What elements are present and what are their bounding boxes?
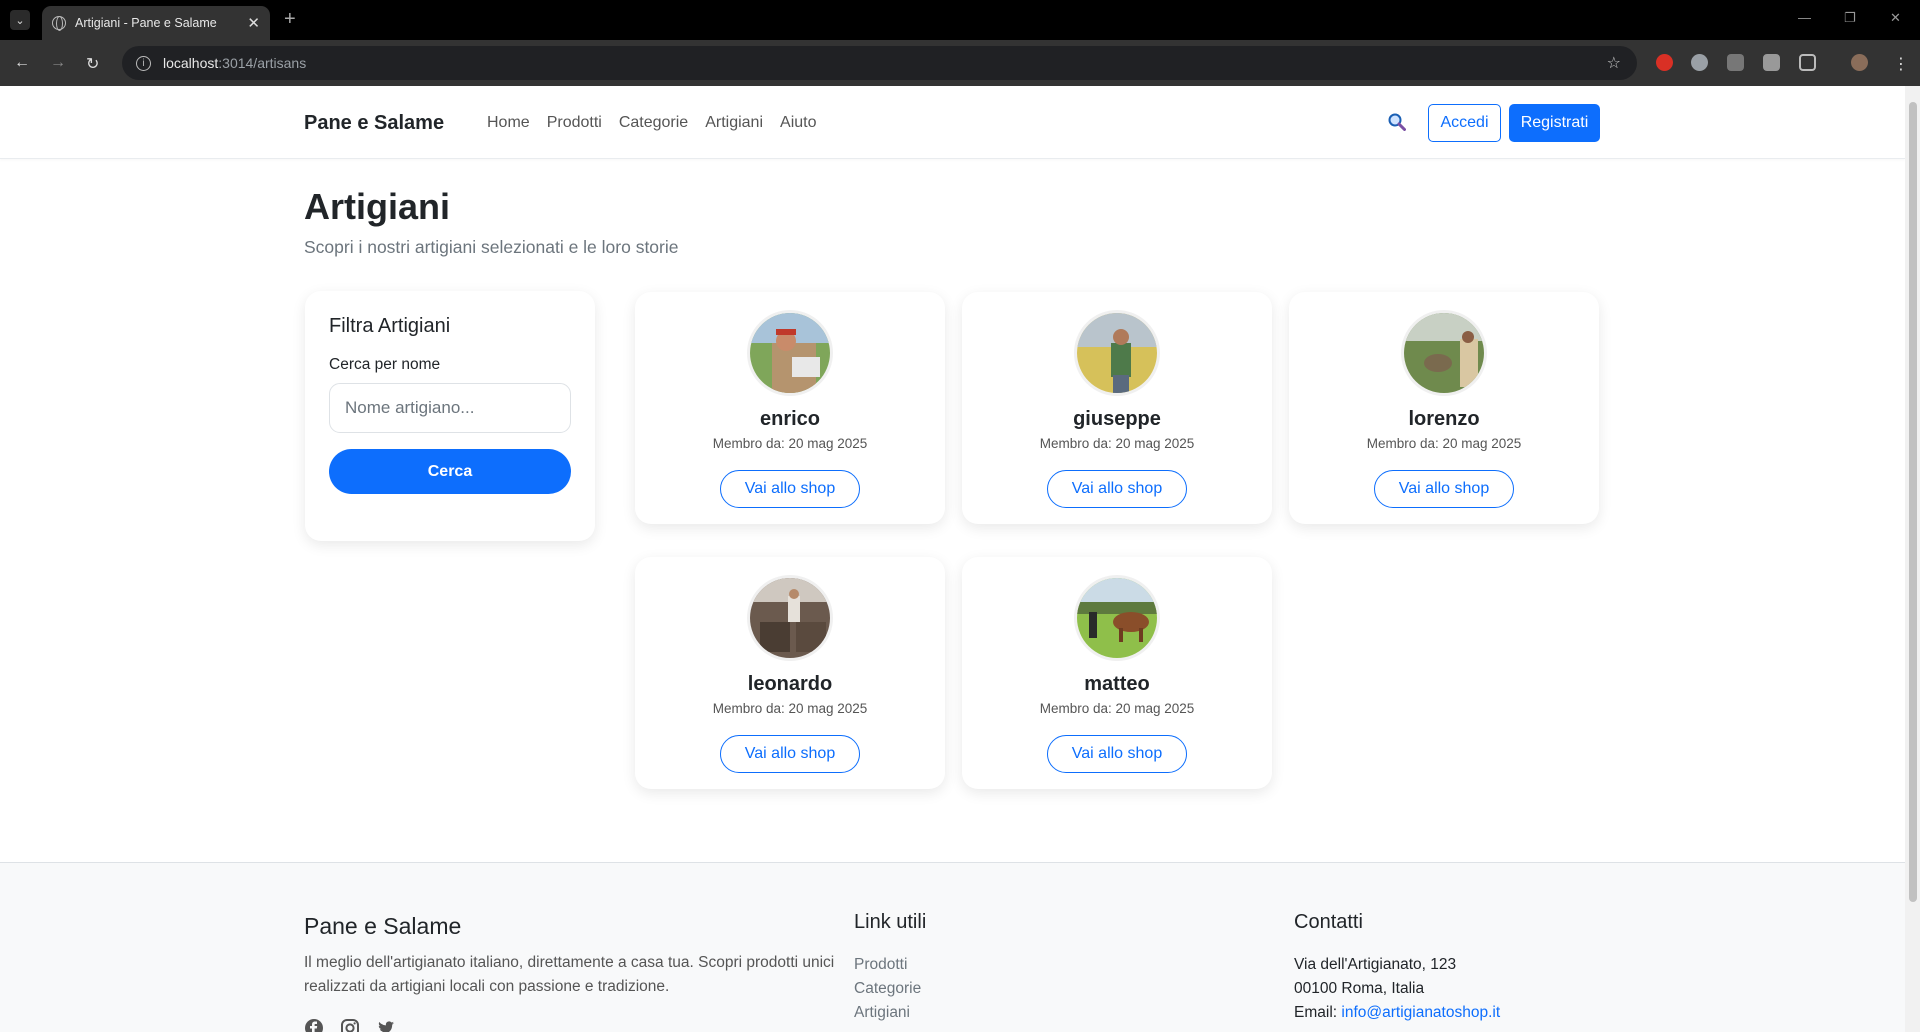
url-field[interactable]: i localhost:3014/artisans ☆ (122, 46, 1637, 80)
email-label: Email: (1294, 1004, 1342, 1021)
tab-title: Artigiani - Pane e Salame (75, 16, 217, 30)
footer-link-artigiani[interactable]: Artigiani (854, 1001, 921, 1025)
artisan-name: enrico (759, 408, 821, 430)
go-to-shop-button[interactable]: Vai allo shop (720, 470, 860, 508)
browser-menu-icon[interactable]: ⋮ (1893, 54, 1909, 74)
login-button[interactable]: Accedi (1428, 104, 1501, 142)
artisan-card: giuseppe Membro da: 20 mag 2025 Vai allo… (962, 292, 1272, 524)
address-line-1: Via dell'Artigianato, 123 (1294, 956, 1457, 973)
globe-icon (52, 16, 66, 31)
member-since: Membro da: 20 mag 2025 (1039, 436, 1195, 451)
artisan-name: leonardo (747, 673, 833, 695)
artisan-avatar (1074, 575, 1160, 661)
minimize-icon[interactable]: — (1798, 10, 1811, 25)
search-icon[interactable] (1388, 113, 1406, 131)
artisan-card: leonardo Membro da: 20 mag 2025 Vai allo… (635, 557, 945, 789)
reload-icon[interactable]: ↻ (86, 54, 99, 74)
search-button[interactable]: Cerca (329, 449, 571, 494)
nav-link-prodotti[interactable]: Prodotti (547, 114, 602, 132)
extension-red-icon[interactable] (1656, 54, 1673, 71)
artisan-name: lorenzo (1408, 408, 1480, 430)
footer-contact: Via dell'Artigianato, 123 00100 Roma, It… (1294, 953, 1500, 1025)
artisan-card: matteo Membro da: 20 mag 2025 Vai allo s… (962, 557, 1272, 789)
member-since: Membro da: 20 mag 2025 (712, 701, 868, 716)
site-footer: Pane e Salame Il meglio dell'artigianato… (0, 862, 1905, 1032)
nav-link-aiuto[interactable]: Aiuto (780, 114, 816, 132)
scrollbar-thumb[interactable] (1909, 102, 1917, 902)
social-links (304, 1018, 396, 1032)
address-bar-row: ← → ↻ i localhost:3014/artisans ☆ ⋮ (0, 40, 1920, 86)
new-tab-icon[interactable]: + (284, 8, 296, 31)
site-info-icon[interactable]: i (136, 55, 151, 71)
back-icon[interactable]: ← (14, 54, 30, 72)
address-line-2: 00100 Roma, Italia (1294, 980, 1425, 997)
browser-tab-bar: ⌄ Artigiani - Pane e Salame ✕ + — ❐ ✕ (0, 0, 1920, 40)
page-subtitle: Scopri i nostri artigiani selezionati e … (304, 237, 679, 257)
register-button[interactable]: Registrati (1509, 104, 1600, 142)
site-navbar: Pane e Salame Home Prodotti Categorie Ar… (0, 86, 1905, 159)
footer-brand: Pane e Salame (304, 913, 462, 939)
facebook-icon[interactable] (304, 1018, 324, 1032)
member-since: Membro da: 20 mag 2025 (712, 436, 868, 451)
close-tab-icon[interactable]: ✕ (247, 14, 260, 32)
url-path: :3014/artisans (218, 55, 307, 71)
artisan-avatar (747, 310, 833, 396)
footer-links-title: Link utili (854, 911, 927, 933)
footer-description: Il meglio dell'artigianato italiano, dir… (304, 954, 835, 995)
member-since: Membro da: 20 mag 2025 (1366, 436, 1522, 451)
footer-link-prodotti[interactable]: Prodotti (854, 953, 921, 977)
forward-icon[interactable]: → (50, 54, 66, 72)
restore-icon[interactable]: ❐ (1844, 10, 1856, 26)
instagram-icon[interactable] (340, 1018, 360, 1032)
browser-tab[interactable]: Artigiani - Pane e Salame ✕ (42, 6, 270, 40)
artisan-name-input[interactable]: Nome artigiano... (329, 383, 571, 433)
go-to-shop-button[interactable]: Vai allo shop (1047, 735, 1187, 773)
extension-glasses-icon[interactable] (1691, 54, 1708, 71)
profile-avatar-icon[interactable] (1851, 54, 1868, 71)
artisan-name: matteo (1084, 673, 1150, 695)
nav-link-categorie[interactable]: Categorie (619, 114, 688, 132)
twitter-icon[interactable] (376, 1018, 396, 1032)
footer-contact-title: Contatti (1294, 911, 1363, 933)
nav-link-artigiani[interactable]: Artigiani (705, 114, 763, 132)
extension-box-icon[interactable] (1727, 54, 1744, 71)
page-scrollbar[interactable] (1905, 86, 1920, 1032)
artisan-avatar (1074, 310, 1160, 396)
go-to-shop-button[interactable]: Vai allo shop (1374, 470, 1514, 508)
footer-links: Prodotti Categorie Artigiani (854, 953, 921, 1025)
url-host: localhost (163, 55, 219, 71)
artisan-card: enrico Membro da: 20 mag 2025 Vai allo s… (635, 292, 945, 524)
nav-link-home[interactable]: Home (487, 114, 530, 132)
member-since: Membro da: 20 mag 2025 (1039, 701, 1195, 716)
bookmark-star-icon[interactable]: ☆ (1607, 53, 1621, 73)
tab-search-icon[interactable]: ⌄ (10, 10, 30, 30)
footer-link-categorie[interactable]: Categorie (854, 977, 921, 1001)
extension-camera-icon[interactable] (1763, 54, 1780, 71)
page: Pane e Salame Home Prodotti Categorie Ar… (0, 86, 1905, 1032)
artisan-avatar (747, 575, 833, 661)
nav-menu: Home Prodotti Categorie Artigiani Aiuto (487, 114, 816, 132)
filter-panel: Filtra Artigiani Cerca per nome Nome art… (305, 291, 595, 541)
go-to-shop-button[interactable]: Vai allo shop (720, 735, 860, 773)
extensions-puzzle-icon[interactable] (1799, 54, 1816, 71)
email-link[interactable]: info@artigianatoshop.it (1341, 1004, 1500, 1021)
artisan-card: lorenzo Membro da: 20 mag 2025 Vai allo … (1289, 292, 1599, 524)
go-to-shop-button[interactable]: Vai allo shop (1047, 470, 1187, 508)
close-window-icon[interactable]: ✕ (1890, 10, 1901, 26)
artisan-name: giuseppe (1073, 408, 1161, 430)
page-title: Artigiani (304, 186, 451, 227)
site-brand[interactable]: Pane e Salame (304, 112, 444, 135)
search-label: Cerca per nome (329, 356, 441, 373)
artisan-avatar (1401, 310, 1487, 396)
filter-title: Filtra Artigiani (329, 315, 451, 337)
